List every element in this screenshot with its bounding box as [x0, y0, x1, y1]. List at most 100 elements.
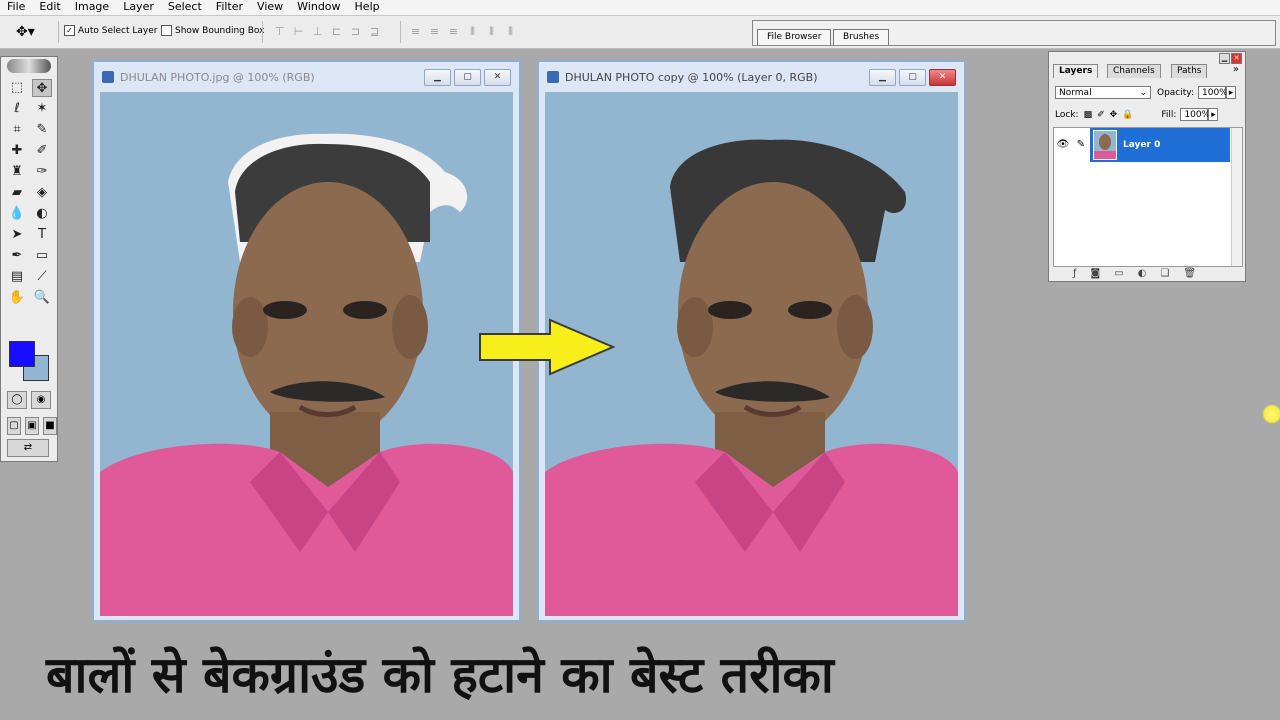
move-tool-preset-icon[interactable]: ✥▾	[16, 24, 50, 40]
paint-bucket-tool-icon[interactable]: ◈	[32, 184, 52, 202]
menu-filter[interactable]: Filter	[209, 0, 250, 15]
photoshop-document-icon	[547, 71, 559, 83]
lock-all-icon[interactable]: 🔒	[1122, 110, 1133, 120]
close-button[interactable]: ✕	[929, 69, 956, 86]
full-screen-mode-icon[interactable]: ■	[43, 417, 57, 435]
eyedropper-tool-icon[interactable]: ⟋	[32, 268, 52, 286]
history-brush-tool-icon[interactable]: ✑	[32, 163, 52, 181]
hand-tool-icon[interactable]: ✋	[7, 289, 27, 307]
document-canvas[interactable]	[100, 92, 513, 616]
palette-close-icon[interactable]: ✕	[1231, 53, 1242, 64]
palette-menu-icon[interactable]: »	[1233, 64, 1239, 75]
layers-palette: ▁ ✕ Layers Channels Paths » Normal ⌄ Opa…	[1048, 51, 1246, 282]
new-layer-icon[interactable]: ❏	[1160, 268, 1169, 279]
blur-tool-icon[interactable]: 💧	[7, 205, 27, 223]
crop-tool-icon[interactable]: ⌗	[7, 121, 27, 139]
align-vcenter-icon[interactable]: ⊢	[291, 25, 306, 38]
align-left-icon[interactable]: ⊏	[329, 25, 344, 38]
align-right-icon[interactable]: ⊒	[367, 25, 382, 38]
lock-transparency-icon[interactable]: ▩	[1084, 110, 1093, 120]
tab-paths[interactable]: Paths	[1171, 64, 1208, 78]
trash-icon[interactable]: 🗑	[1183, 268, 1196, 279]
window-controls: ▁ ▢ ✕	[424, 69, 511, 86]
chevron-down-icon: ⌄	[1139, 88, 1147, 98]
distribute-top-icon[interactable]: ≡	[408, 25, 423, 38]
distribute-left-icon[interactable]: ⦀	[465, 25, 480, 38]
menu-view[interactable]: View	[250, 0, 290, 15]
brush-tool-icon[interactable]: ✐	[32, 142, 52, 160]
foreground-color-swatch[interactable]	[9, 341, 35, 367]
tab-file-browser[interactable]: File Browser	[757, 29, 832, 45]
add-mask-icon[interactable]: ◙	[1091, 268, 1101, 279]
minimize-button[interactable]: ▁	[869, 69, 896, 86]
slice-tool-icon[interactable]: ✎	[32, 121, 52, 139]
align-top-icon[interactable]: ⊤	[272, 25, 287, 38]
clone-stamp-tool-icon[interactable]: ♜	[7, 163, 27, 181]
imageready-jump-icon[interactable]: ⇄	[7, 439, 49, 457]
tab-channels[interactable]: Channels	[1107, 64, 1161, 78]
dodge-tool-icon[interactable]: ◐	[32, 205, 52, 223]
fill-label: Fill:	[1161, 109, 1177, 120]
blend-mode-select[interactable]: Normal ⌄	[1055, 86, 1151, 99]
menu-select[interactable]: Select	[161, 0, 209, 15]
photoshop-document-icon	[102, 71, 114, 83]
maximize-button[interactable]: ▢	[899, 69, 926, 86]
options-separator	[58, 21, 59, 43]
layer-style-icon[interactable]: ƒ	[1073, 268, 1077, 279]
eye-visibility-icon[interactable]: 👁	[1054, 128, 1072, 162]
document-window-original[interactable]: DHULAN PHOTO.jpg @ 100% (RGB) ▁ ▢ ✕	[92, 60, 521, 622]
magic-wand-tool-icon[interactable]: ✶	[32, 100, 52, 118]
fill-input[interactable]: 100%	[1180, 108, 1210, 121]
layer-selected-area[interactable]: Layer 0	[1090, 128, 1230, 162]
distribute-bottom-icon[interactable]: ≡	[446, 25, 461, 38]
opacity-slider-arrow-icon[interactable]: ▸	[1226, 86, 1236, 99]
distribute-vcenter-icon[interactable]: ≡	[427, 25, 442, 38]
menu-file[interactable]: File	[0, 0, 32, 15]
lock-label: Lock:	[1055, 109, 1079, 120]
brush-link-icon[interactable]: ✎	[1072, 128, 1090, 162]
minimize-button[interactable]: ▁	[424, 69, 451, 86]
menu-help[interactable]: Help	[348, 0, 387, 15]
maximize-button[interactable]: ▢	[454, 69, 481, 86]
menu-edit[interactable]: Edit	[32, 0, 67, 15]
distribute-right-icon[interactable]: ⦀	[503, 25, 518, 38]
new-group-icon[interactable]: ▭	[1114, 268, 1123, 279]
shape-tool-icon[interactable]: ▭	[32, 247, 52, 265]
pen-tool-icon[interactable]: ✒	[7, 247, 27, 265]
lock-position-icon[interactable]: ✥	[1110, 110, 1118, 120]
distribute-hcenter-icon[interactable]: ⦀	[484, 25, 499, 38]
quick-mask-mode-icon[interactable]: ◉	[31, 391, 51, 409]
lasso-tool-icon[interactable]: ℓ	[7, 100, 27, 118]
menu-image[interactable]: Image	[68, 0, 116, 15]
align-hcenter-icon[interactable]: ⊐	[348, 25, 363, 38]
close-button[interactable]: ✕	[484, 69, 511, 86]
move-tool-icon[interactable]: ✥	[32, 79, 52, 97]
menu-window[interactable]: Window	[290, 0, 347, 15]
layer-row[interactable]: 👁 ✎ Layer 0	[1054, 128, 1230, 162]
standard-mode-icon[interactable]: ◯	[7, 391, 27, 409]
adjustment-layer-icon[interactable]: ◐	[1138, 268, 1147, 279]
palette-minimize-icon[interactable]: ▁	[1219, 53, 1230, 64]
menu-layer[interactable]: Layer	[116, 0, 161, 15]
status-bar-fragment	[90, 618, 148, 628]
zoom-tool-icon[interactable]: 🔍	[32, 289, 52, 307]
palette-titlebar[interactable]: ▁ ✕	[1049, 52, 1245, 64]
align-bottom-icon[interactable]: ⊥	[310, 25, 325, 38]
type-tool-icon[interactable]: T	[32, 226, 52, 244]
opacity-input[interactable]: 100%	[1198, 86, 1228, 99]
path-selection-tool-icon[interactable]: ➤	[7, 226, 27, 244]
tab-brushes[interactable]: Brushes	[833, 29, 890, 45]
standard-screen-mode-icon[interactable]: ▢	[7, 417, 21, 435]
healing-brush-tool-icon[interactable]: ✚	[7, 142, 27, 160]
layers-scrollbar[interactable]	[1231, 128, 1242, 266]
show-bounding-box-checkbox[interactable]: Show Bounding Box	[161, 25, 264, 36]
auto-select-layer-checkbox[interactable]: ✓ Auto Select Layer	[64, 25, 157, 36]
notes-tool-icon[interactable]: ▤	[7, 268, 27, 286]
eraser-tool-icon[interactable]: ▰	[7, 184, 27, 202]
fill-slider-arrow-icon[interactable]: ▸	[1208, 108, 1219, 121]
lock-image-icon[interactable]: ✐	[1097, 110, 1105, 120]
tab-layers[interactable]: Layers	[1053, 64, 1099, 78]
marquee-tool-icon[interactable]: ⬚	[7, 79, 27, 97]
full-screen-menu-mode-icon[interactable]: ▣	[25, 417, 39, 435]
toolbox-header	[1, 57, 57, 75]
